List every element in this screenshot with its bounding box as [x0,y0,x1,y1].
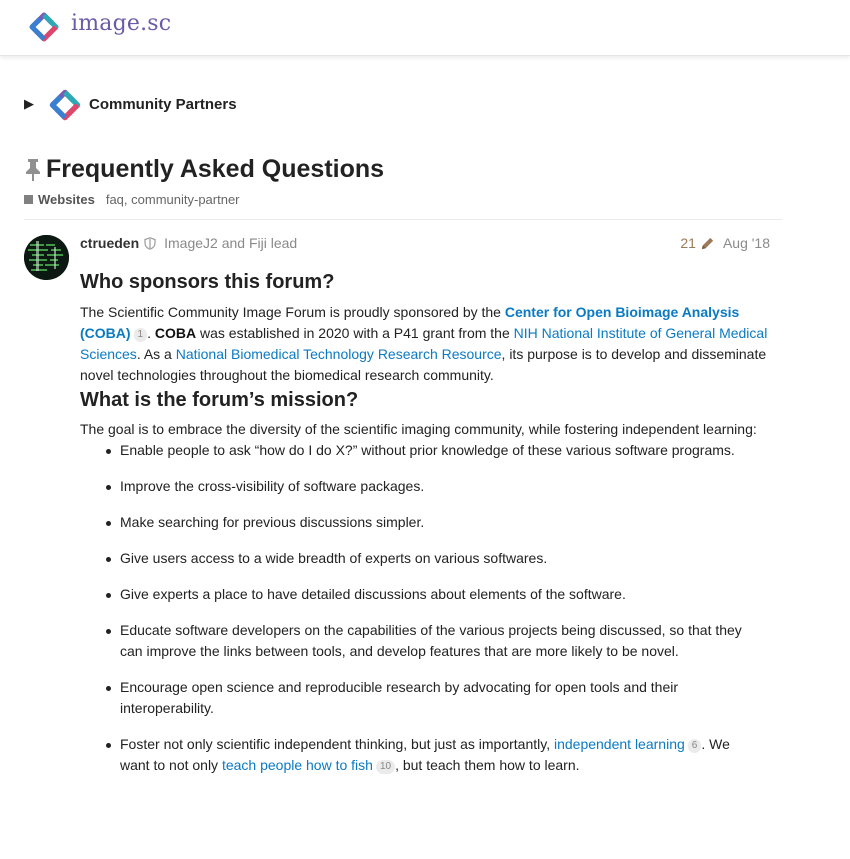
community-partners-logo[interactable] [44,84,86,126]
username[interactable]: ctrueden [80,235,139,251]
sponsor-text-2: . [147,325,155,341]
sponsor-paragraph: The Scientific Community Image Forum is … [80,302,770,386]
user-title: ImageJ2 and Fiji lead [164,235,298,251]
category-color-square [24,195,33,204]
teach-fish-count: 10 [375,760,396,774]
sponsor-heading: Who sponsors this forum? [80,271,335,293]
list-item: Educate software developers on the capab… [104,620,770,662]
list-item-last: Foster not only scientific independent t… [104,734,770,776]
site-name[interactable]: image.sc [71,11,171,36]
post-date[interactable]: Aug '18 [723,235,770,251]
sponsor-text-1: The Scientific Community Image Forum is … [80,304,505,320]
coba-link-count: 1 [133,328,148,342]
pin-icon [26,159,40,181]
topic-tags[interactable]: faq, community-partner [106,192,240,207]
list-item: Enable people to ask “how do I do X?” wi… [104,440,770,461]
topic-title[interactable]: Frequently Asked Questions [46,155,384,184]
post-body: Who sponsors this forum? The Scientific … [80,268,770,791]
mission-list: Enable people to ask “how do I do X?” wi… [80,440,770,776]
independent-learning-link[interactable]: independent learning [554,736,685,752]
category-title[interactable]: Community Partners [89,96,237,113]
independent-learning-count: 6 [687,739,702,753]
nbtrr-link[interactable]: National Biomedical Technology Research … [176,346,502,362]
mission-heading: What is the forum’s mission? [80,389,359,411]
coba-bold: COBA [154,325,197,341]
list-item: Make searching for previous discussions … [104,512,770,533]
moderator-shield-icon [144,236,156,250]
topic-meta: Websites faq, community-partner [24,192,240,207]
image-sc-logo[interactable] [24,7,64,47]
sponsor-text-3: was established in 2020 with a P41 grant… [196,325,514,341]
category-badge[interactable]: Websites [38,192,95,207]
avatar[interactable] [24,235,69,280]
post-stats: 21 Aug '18 [680,235,770,251]
edit-count[interactable]: 21 [680,235,696,251]
last-item-text-3: , but teach them how to learn. [395,757,580,773]
post-author: ctrueden ImageJ2 and Fiji lead [80,235,297,251]
list-item: Improve the cross-visibility of software… [104,476,770,497]
list-item: Give experts a place to have detailed di… [104,584,770,605]
site-header: image.sc [0,0,850,56]
pencil-icon[interactable] [700,236,715,251]
last-item-text-1: Foster not only scientific independent t… [120,736,554,752]
list-item: Encourage open science and reproducible … [104,677,770,719]
list-item: Give users access to a wide breadth of e… [104,548,770,569]
teach-fish-link[interactable]: teach people how to fish [222,757,373,773]
title-divider [24,219,782,220]
sponsor-text-4: . As a [136,346,176,362]
category-collapse-toggle[interactable]: ▶ [24,96,34,112]
mission-intro: The goal is to embrace the diversity of … [80,421,757,437]
